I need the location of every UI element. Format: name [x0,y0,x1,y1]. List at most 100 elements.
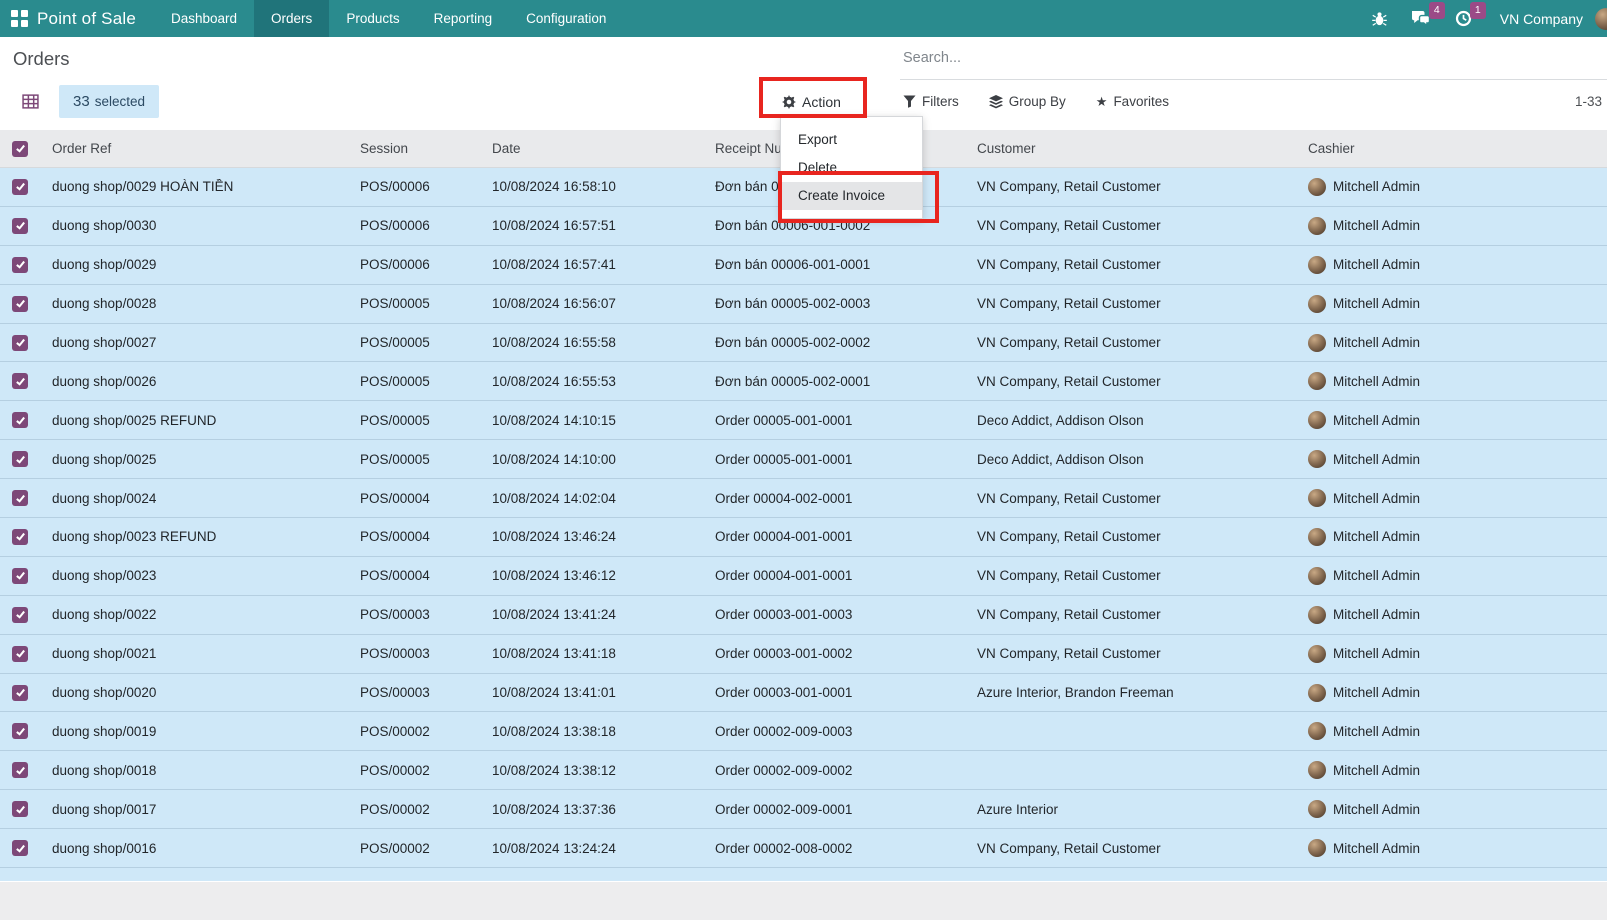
table-row[interactable]: duong shop/0019 POS/00002 10/08/2024 13:… [0,712,1607,751]
cashier-name: Mitchell Admin [1333,529,1420,544]
cell-date: 10/08/2024 16:55:58 [492,335,715,350]
table-row[interactable]: duong shop/0027 POS/00005 10/08/2024 16:… [0,324,1607,363]
table-row[interactable]: duong shop/0020 POS/00003 10/08/2024 13:… [0,674,1607,713]
table-row[interactable]: duong shop/0028 POS/00005 10/08/2024 16:… [0,285,1607,324]
row-checkbox[interactable] [12,801,28,817]
row-checkbox[interactable] [12,840,28,856]
cashier-avatar [1308,606,1326,624]
cashier-name: Mitchell Admin [1333,491,1420,506]
dropdown-item-delete[interactable]: Delete [781,154,922,182]
table-row[interactable]: duong shop/0017 POS/00002 10/08/2024 13:… [0,790,1607,829]
company-switcher[interactable]: VN Company [1486,11,1593,27]
menu-item-orders[interactable]: Orders [254,0,329,37]
menu-item-configuration[interactable]: Configuration [509,0,623,37]
column-header-cashier[interactable]: Cashier [1308,141,1607,156]
table-row[interactable]: duong shop/0018 POS/00002 10/08/2024 13:… [0,751,1607,790]
column-header-session[interactable]: Session [360,141,492,156]
row-checkbox[interactable] [12,529,28,545]
cashier-name: Mitchell Admin [1333,452,1420,467]
row-checkbox[interactable] [12,179,28,195]
cell-session: POS/00005 [360,374,492,389]
row-checkbox[interactable] [12,451,28,467]
row-checkbox[interactable] [12,335,28,351]
cashier-avatar [1308,256,1326,274]
menu-item-dashboard[interactable]: Dashboard [154,0,254,37]
cashier-name: Mitchell Admin [1333,607,1420,622]
cell-order-ref: duong shop/0023 REFUND [52,529,360,544]
apps-grid-icon[interactable] [11,10,28,27]
cashier-avatar [1308,800,1326,818]
row-checkbox[interactable] [12,723,28,739]
table-row[interactable]: duong shop/0022 POS/00003 10/08/2024 13:… [0,596,1607,635]
table-body: duong shop/0029 HOÀN TIỀN POS/00006 10/0… [0,168,1607,868]
cashier-name: Mitchell Admin [1333,646,1420,661]
table-row[interactable]: duong shop/0024 POS/00004 10/08/2024 14:… [0,479,1607,518]
table-row[interactable]: duong shop/0029 POS/00006 10/08/2024 16:… [0,246,1607,285]
cell-receipt-number: Order 00004-001-0001 [715,568,977,583]
cell-order-ref: duong shop/0025 [52,452,360,467]
activity-clock-icon[interactable]: 1 [1445,0,1482,37]
main-menu: DashboardOrdersProductsReportingConfigur… [154,0,623,37]
row-checkbox[interactable] [12,218,28,234]
cell-session: POS/00005 [360,452,492,467]
messages-chat-icon[interactable]: 4 [1401,0,1441,37]
favorites-button[interactable]: ★ Favorites [1096,94,1169,110]
row-checkbox[interactable] [12,373,28,389]
list-view-icon[interactable] [22,93,39,110]
column-header-date[interactable]: Date [492,141,715,156]
cell-receipt-number: Đơn bán 00005-002-0003 [715,296,977,311]
table-row[interactable]: duong shop/0025 REFUND POS/00005 10/08/2… [0,401,1607,440]
cashier-avatar [1308,178,1326,196]
group-by-button[interactable]: Group By [989,94,1066,109]
dropdown-item-export[interactable]: Export [781,126,922,154]
row-checkbox[interactable] [12,412,28,428]
row-checkbox[interactable] [12,568,28,584]
row-checkbox[interactable] [12,607,28,623]
debug-bug-icon[interactable] [1362,0,1397,37]
select-all-checkbox[interactable] [12,141,28,157]
row-checkbox[interactable] [12,490,28,506]
cell-date: 10/08/2024 13:41:24 [492,607,715,622]
cell-session: POS/00006 [360,218,492,233]
dropdown-item-create-invoice[interactable]: Create Invoice [781,182,922,210]
cell-customer: VN Company, Retail Customer [977,529,1308,544]
table-row[interactable]: duong shop/0025 POS/00005 10/08/2024 14:… [0,440,1607,479]
column-header-customer[interactable]: Customer [977,141,1308,156]
filters-button[interactable]: Filters [903,94,959,109]
search-input[interactable]: Search... [900,37,1607,80]
row-checkbox[interactable] [12,646,28,662]
table-row[interactable]: duong shop/0026 POS/00005 10/08/2024 16:… [0,362,1607,401]
cashier-name: Mitchell Admin [1333,179,1420,194]
cell-receipt-number: Order 00002-009-0003 [715,724,977,739]
table-row[interactable]: duong shop/0023 POS/00004 10/08/2024 13:… [0,557,1607,596]
cell-cashier: Mitchell Admin [1308,684,1607,702]
cashier-name: Mitchell Admin [1333,724,1420,739]
app-title[interactable]: Point of Sale [37,9,154,29]
cell-cashier: Mitchell Admin [1308,334,1607,352]
menu-item-reporting[interactable]: Reporting [417,0,510,37]
pager[interactable]: 1-33 [1575,80,1602,123]
row-checkbox[interactable] [12,762,28,778]
cell-cashier: Mitchell Admin [1308,761,1607,779]
menu-item-products[interactable]: Products [329,0,416,37]
row-checkbox[interactable] [12,685,28,701]
cashier-avatar [1308,489,1326,507]
cell-receipt-number: Order 00003-001-0002 [715,646,977,661]
cell-order-ref: duong shop/0022 [52,607,360,622]
cell-customer: VN Company, Retail Customer [977,491,1308,506]
table-row[interactable]: duong shop/0016 POS/00002 10/08/2024 13:… [0,829,1607,868]
cell-session: POS/00002 [360,841,492,856]
column-header-order-ref[interactable]: Order Ref [52,141,360,156]
row-checkbox[interactable] [12,296,28,312]
breadcrumb[interactable]: Orders [0,37,900,80]
cashier-name: Mitchell Admin [1333,568,1420,583]
table-row[interactable]: duong shop/0021 POS/00003 10/08/2024 13:… [0,635,1607,674]
row-checkbox[interactable] [12,257,28,273]
action-button[interactable]: Action [772,86,851,117]
table-row[interactable]: duong shop/0023 REFUND POS/00004 10/08/2… [0,518,1607,557]
cell-order-ref: duong shop/0021 [52,646,360,661]
cell-order-ref: duong shop/0030 [52,218,360,233]
cell-receipt-number: Order 00002-009-0002 [715,763,977,778]
cell-order-ref: duong shop/0017 [52,802,360,817]
cell-receipt-number: Order 00003-001-0001 [715,685,977,700]
